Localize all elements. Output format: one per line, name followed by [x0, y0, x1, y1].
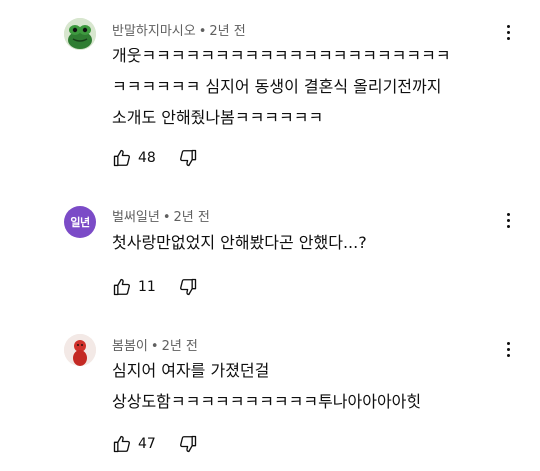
comment-text: 첫사랑만없었지 안해봤다곤 안했다...?	[112, 233, 367, 252]
commenter-avatar[interactable]	[64, 334, 96, 366]
comment-author[interactable]: 벌써일년	[112, 210, 160, 225]
dislike-button[interactable]	[178, 277, 198, 297]
separator-dot: •	[150, 339, 159, 354]
red-figure-avatar-icon	[64, 334, 96, 366]
commenter-avatar[interactable]	[64, 18, 96, 50]
thumbs-up-icon	[113, 149, 130, 167]
comment-actions: 47	[112, 434, 198, 454]
thumbs-up-icon	[113, 278, 130, 296]
dislike-button[interactable]	[178, 434, 198, 454]
comment-time[interactable]: 2년 전	[162, 339, 198, 354]
comment-author[interactable]: 반말하지마시오	[112, 24, 196, 39]
like-button[interactable]: 47	[112, 434, 156, 454]
like-count: 11	[138, 279, 156, 295]
comment-meta: 봄봄이 • 2년 전	[112, 335, 198, 354]
like-count: 48	[138, 150, 156, 166]
like-button[interactable]: 11	[112, 277, 156, 297]
like-count: 47	[138, 436, 156, 452]
thumbs-down-icon	[179, 149, 196, 167]
comment-author[interactable]: 봄봄이	[112, 339, 148, 354]
separator-dot: •	[198, 24, 207, 39]
more-vert-icon[interactable]	[500, 22, 516, 42]
comment-time[interactable]: 2년 전	[174, 210, 210, 225]
comment-meta: 반말하지마시오 • 2년 전	[112, 20, 246, 39]
more-vert-icon[interactable]	[500, 339, 516, 359]
comment-actions: 48	[112, 148, 198, 168]
dislike-button[interactable]	[178, 148, 198, 168]
comment-text: 심지어 여자를 가졌던걸 상상도함ㅋㅋㅋㅋㅋㅋㅋㅋㅋㅋ투나아아아아힛	[112, 361, 422, 411]
thumbs-down-icon	[179, 278, 196, 296]
comment-actions: 11	[112, 277, 198, 297]
thumbs-up-icon	[113, 435, 130, 453]
frog-avatar-icon	[64, 18, 96, 50]
commenter-avatar[interactable]: 일년	[64, 206, 96, 238]
avatar-initials: 일년	[70, 216, 90, 229]
separator-dot: •	[162, 210, 171, 225]
comment-text: 개웃ㅋㅋㅋㅋㅋㅋㅋㅋㅋㅋㅋㅋㅋㅋㅋㅋㅋㅋㅋㅋㅋ ㅋㅋㅋㅋㅋㅋ 심지어 동생이 결…	[112, 46, 451, 127]
like-button[interactable]: 48	[112, 148, 156, 168]
more-vert-icon[interactable]	[500, 210, 516, 230]
thumbs-down-icon	[179, 435, 196, 453]
comment-time[interactable]: 2년 전	[209, 24, 245, 39]
comment-meta: 벌써일년 • 2년 전	[112, 206, 210, 225]
